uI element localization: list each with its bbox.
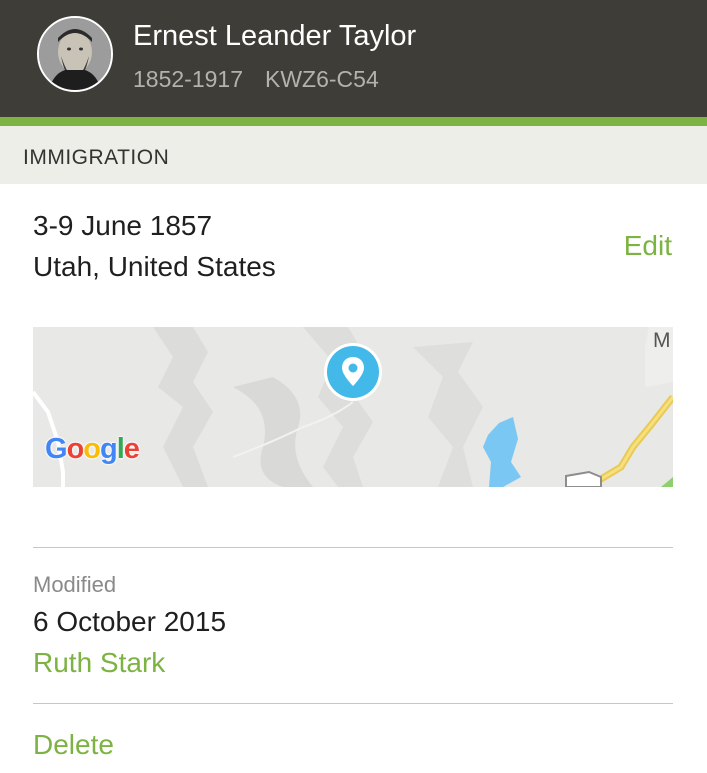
contributor-link[interactable]: Ruth Stark xyxy=(33,647,165,679)
person-meta: 1852-1917 KWZ6-C54 xyxy=(133,66,379,93)
section-title: IMMIGRATION xyxy=(23,146,170,169)
modified-label: Modified xyxy=(33,572,117,597)
map-corner-letter: M xyxy=(653,329,671,352)
location-pin-icon[interactable] xyxy=(323,342,383,402)
avatar[interactable] xyxy=(37,16,113,92)
person-id: KWZ6-C54 xyxy=(265,66,379,92)
event-map[interactable]: M Google xyxy=(33,327,673,487)
portrait-image xyxy=(39,18,111,90)
location-pin-icon-graphic xyxy=(324,343,382,401)
section-header: IMMIGRATION xyxy=(0,126,707,184)
divider xyxy=(33,703,673,704)
delete-button[interactable]: Delete xyxy=(33,729,114,761)
google-logo: Google xyxy=(45,433,140,465)
event-date: 3-9 June 1857 xyxy=(33,210,213,241)
person-header: Ernest Leander Taylor 1852-1917 KWZ6-C54 xyxy=(0,0,707,117)
accent-bar xyxy=(0,117,707,126)
event-place: Utah, United States xyxy=(33,251,276,282)
person-lifespan: 1852-1917 xyxy=(133,66,243,92)
modified-date: 6 October 2015 xyxy=(33,606,227,637)
person-name: Ernest Leander Taylor xyxy=(133,20,417,52)
divider xyxy=(33,547,673,548)
edit-button[interactable]: Edit xyxy=(624,230,672,262)
